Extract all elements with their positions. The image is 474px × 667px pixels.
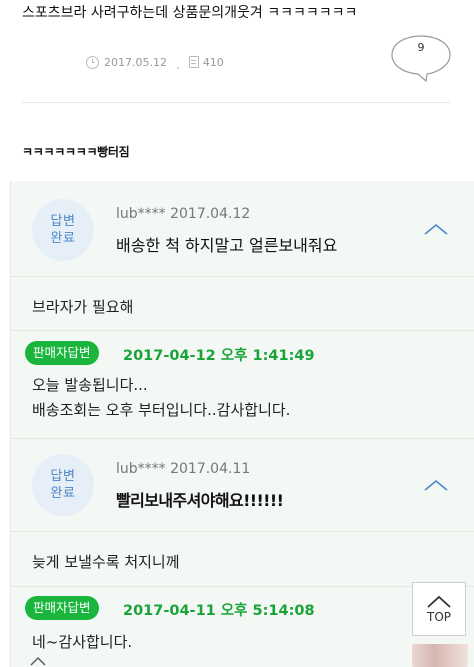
reply-date: 2017-04-11 오후 5:14:08: [123, 603, 315, 619]
reply-date: 2017-04-12 오후 1:41:49: [123, 348, 315, 364]
answer-complete-badge: 답변 완료: [32, 454, 94, 516]
post-meta: 2017.05.12 . 410: [86, 55, 224, 72]
chevron-up-icon[interactable]: [28, 650, 48, 667]
reply-line: 배송조회는 오후 부터입니다..감사합니다.: [32, 401, 291, 419]
reply-line: 오늘 발송됩니다...: [32, 376, 148, 394]
meta-separator: .: [175, 58, 180, 72]
badge-text: 답변: [50, 214, 76, 229]
chevron-up-icon[interactable]: [423, 478, 449, 492]
clock-icon: [86, 55, 99, 69]
question-author-date: lub**** 2017.04.11: [116, 461, 251, 477]
divider: [10, 586, 474, 587]
question-text[interactable]: 배송한 척 하지말고 얼른보내줘요: [116, 232, 337, 256]
scroll-to-top-button[interactable]: TOP: [412, 582, 466, 636]
divider: [10, 276, 474, 277]
view-count-icon: [188, 56, 199, 68]
comment-count-button[interactable]: 9: [390, 34, 452, 82]
seller-reply-label: 판매자답변: [25, 341, 99, 365]
seller-reply-label: 판매자답변: [25, 596, 99, 620]
post-date: 2017.05.12: [104, 55, 167, 69]
divider: [10, 438, 474, 439]
badge-text: 완료: [50, 231, 76, 246]
post-subtitle: ㅋㅋㅋㅋㅋㅋㅋ빵터짐: [22, 145, 130, 159]
divider: [22, 102, 450, 103]
view-count: 410: [202, 55, 224, 69]
divider: [10, 330, 474, 331]
chevron-up-icon[interactable]: [423, 222, 449, 236]
comment-count: 9: [417, 41, 425, 54]
question-author-date: lub**** 2017.04.12: [116, 206, 251, 222]
badge-text: 완료: [50, 486, 76, 501]
top-button-label: TOP: [426, 609, 451, 624]
answer-complete-badge: 답변 완료: [32, 199, 94, 261]
chevron-up-icon: [427, 595, 451, 608]
post-title[interactable]: 스포츠브라 사려구하는데 상품문의개웃겨 ㅋㅋㅋㅋㅋㅋㅋ: [22, 2, 357, 22]
badge-text: 답변: [50, 469, 76, 484]
question-text[interactable]: 빨리보내주셔야해요!!!!!!: [116, 487, 284, 511]
question-detail: 늦게 보낼수록 처지니께: [32, 553, 180, 571]
divider: [10, 531, 474, 532]
question-detail: 브라자가 필요해: [32, 298, 134, 316]
product-thumbnail[interactable]: [412, 644, 468, 667]
